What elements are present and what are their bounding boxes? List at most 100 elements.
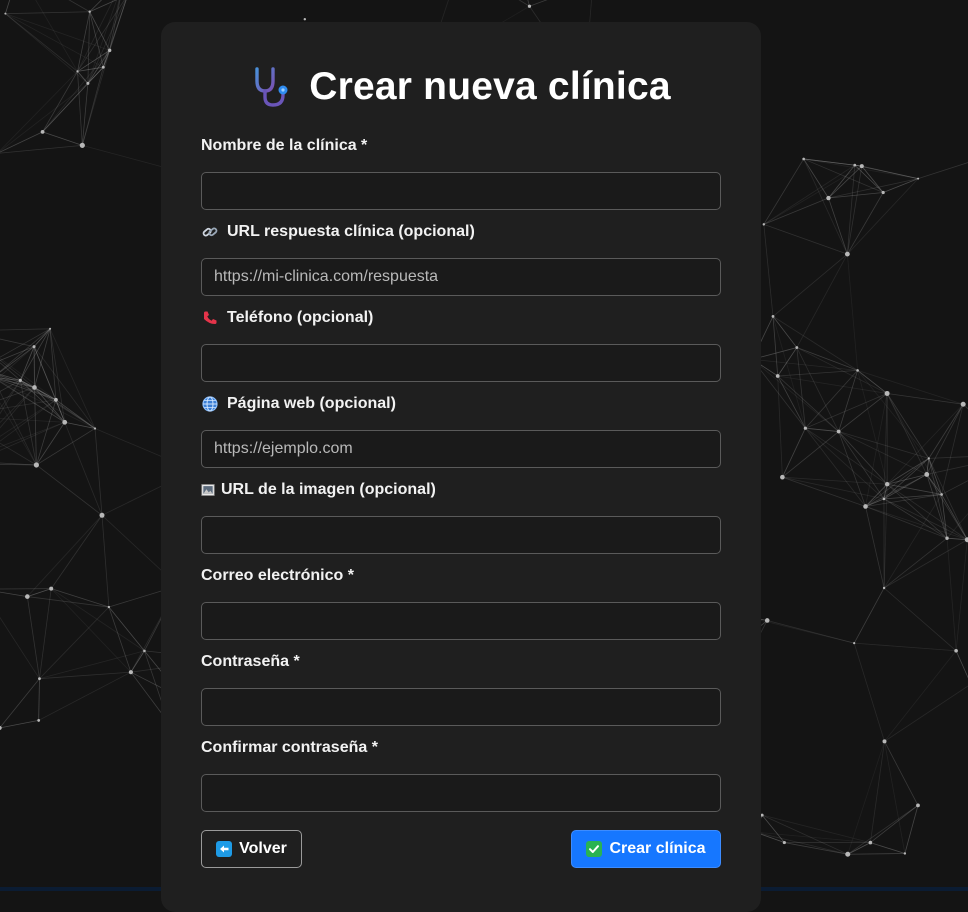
network-line: [755, 832, 848, 854]
network-line: [762, 815, 848, 854]
back-button[interactable]: Volver: [201, 830, 302, 868]
network-node: [108, 49, 111, 52]
phone-input[interactable]: [201, 344, 721, 382]
network-line: [866, 506, 885, 588]
network-node: [954, 649, 958, 653]
network-line: [858, 370, 887, 393]
clinic-name-input[interactable]: [201, 172, 721, 210]
network-line: [0, 71, 78, 153]
network-node: [856, 369, 859, 372]
network-line: [956, 540, 967, 651]
network-line: [805, 428, 884, 499]
network-line: [5, 0, 18, 14]
password-input[interactable]: [201, 688, 721, 726]
network-line: [929, 458, 942, 494]
network-line: [43, 132, 83, 145]
network-node: [88, 11, 90, 13]
network-node: [108, 606, 110, 608]
network-line: [870, 805, 918, 842]
network-line: [870, 843, 905, 854]
network-line: [884, 741, 917, 805]
phone-label: Teléfono (opcional): [227, 309, 373, 327]
network-line: [884, 540, 967, 588]
network-line: [0, 589, 51, 590]
network-node: [845, 252, 850, 257]
network-line: [39, 607, 108, 679]
network-line: [804, 159, 829, 198]
confirm-password-input[interactable]: [201, 774, 721, 812]
network-node: [33, 345, 36, 348]
network-node: [885, 391, 890, 396]
image-url-label: URL de la imagen (opcional): [221, 481, 436, 499]
network-node: [49, 328, 51, 330]
network-line: [884, 741, 904, 853]
network-node: [961, 402, 966, 407]
network-line: [51, 589, 144, 651]
response-url-input[interactable]: [201, 258, 721, 296]
network-line: [19, 0, 90, 12]
network-line: [0, 720, 39, 728]
network-line: [887, 484, 967, 540]
network-line: [866, 506, 948, 538]
password-label: Contraseña *: [201, 652, 721, 672]
network-line: [36, 400, 56, 465]
network-node: [32, 385, 37, 390]
email-input[interactable]: [201, 602, 721, 640]
network-line: [773, 316, 805, 428]
network-line: [39, 679, 40, 721]
response-url-label: URL respuesta clínica (opcional): [227, 223, 475, 241]
phone-field: Teléfono (opcional): [201, 308, 721, 382]
network-line: [797, 254, 848, 347]
network-node: [860, 164, 864, 168]
network-node: [802, 158, 805, 161]
network-line: [828, 193, 883, 199]
network-node: [4, 13, 6, 15]
network-line: [858, 370, 929, 458]
network-node: [916, 803, 920, 807]
left-arrow-icon: [216, 841, 232, 857]
network-node: [924, 472, 929, 477]
network-line: [78, 71, 88, 83]
confirm-password-label: Confirmar contraseña *: [201, 738, 721, 758]
image-url-input[interactable]: [201, 516, 721, 554]
network-line: [778, 376, 783, 477]
network-line: [887, 393, 929, 458]
network-node: [99, 513, 104, 518]
clinic-name-label: Nombre de la clínica *: [201, 136, 721, 156]
network-line: [884, 494, 942, 498]
network-line: [848, 741, 885, 854]
network-node: [882, 739, 886, 743]
network-line: [782, 428, 805, 477]
website-input[interactable]: [201, 430, 721, 468]
page-header: Crear nueva clínica: [161, 62, 761, 112]
network-node: [143, 650, 146, 653]
network-line: [828, 198, 847, 254]
network-line: [854, 643, 884, 741]
network-node: [19, 379, 22, 382]
network-node: [34, 462, 39, 467]
network-line: [102, 515, 109, 607]
network-line: [752, 359, 838, 431]
network-line: [884, 588, 956, 651]
page-title: Crear nueva clínica: [309, 65, 670, 109]
network-node: [37, 719, 40, 722]
network-line: [848, 853, 905, 854]
network-line: [804, 159, 918, 179]
network-node: [80, 143, 85, 148]
network-node: [772, 315, 775, 318]
network-line: [854, 588, 884, 643]
network-line: [805, 393, 887, 428]
create-clinic-button[interactable]: Crear clínica: [571, 830, 721, 868]
network-line: [887, 393, 927, 474]
network-line: [0, 416, 36, 465]
email-field: Correo electrónico *: [201, 566, 721, 640]
network-node: [129, 670, 133, 674]
network-line: [43, 67, 104, 132]
network-line: [942, 404, 964, 494]
confirm-password-field: Confirmar contraseña *: [201, 738, 721, 812]
network-node: [94, 427, 96, 429]
network-line: [929, 404, 963, 458]
network-node: [904, 852, 906, 854]
network-line: [529, 0, 593, 6]
network-line: [929, 454, 968, 458]
